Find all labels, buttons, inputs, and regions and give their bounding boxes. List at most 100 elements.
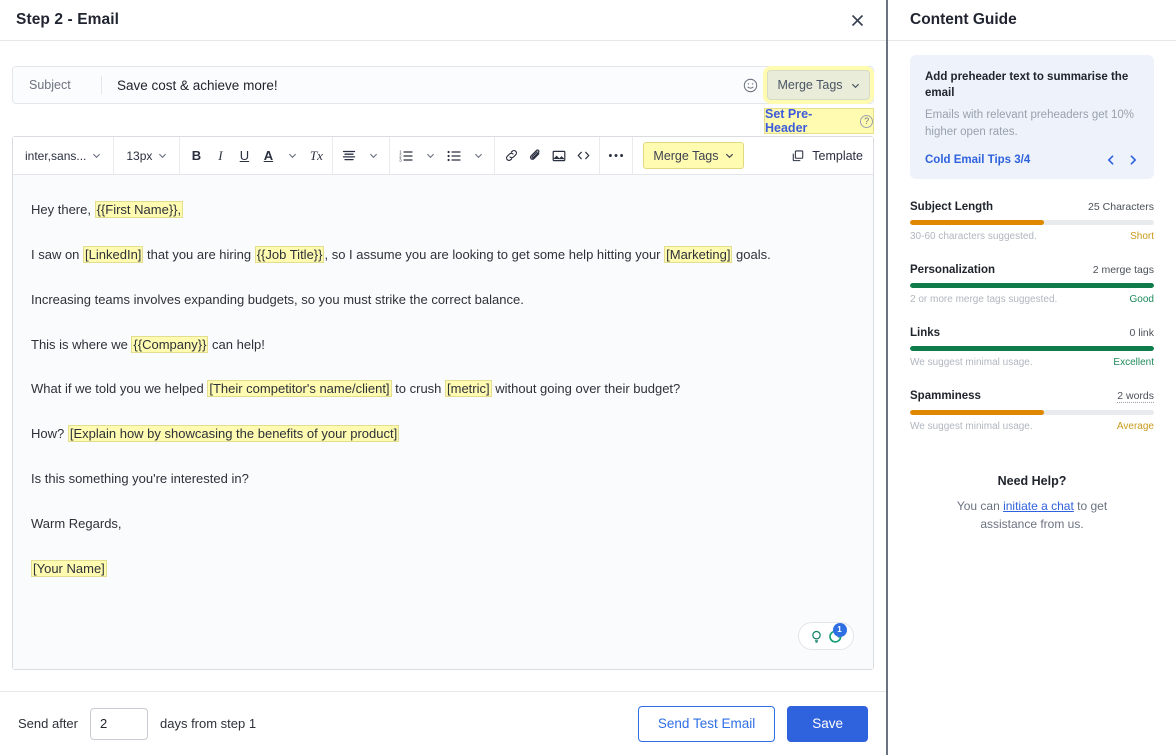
- need-help-text-before: You can: [957, 499, 1003, 513]
- chevron-down-icon: [851, 81, 860, 90]
- font-size-value: 13px: [126, 149, 152, 163]
- metric-footer: 2 or more merge tags suggested.Good: [910, 294, 1154, 305]
- metric-progress-bar: [910, 346, 1154, 351]
- smiley-icon[interactable]: [733, 67, 767, 103]
- metric-name: Subject Length: [910, 201, 993, 213]
- ordered-list-icon[interactable]: 1 2 3: [394, 143, 418, 169]
- toolbar-group-lists: 1 2 3: [390, 137, 495, 174]
- email-text: Increasing teams involves expanding budg…: [31, 292, 524, 307]
- metric-item: Links0 linkWe suggest minimal usage.Exce…: [910, 327, 1154, 368]
- email-paragraph: I saw on [LinkedIn] that you are hiring …: [31, 246, 855, 265]
- template-button[interactable]: Template: [791, 149, 863, 163]
- merge-tag-token: [LinkedIn]: [83, 246, 143, 263]
- metric-progress-bar: [910, 283, 1154, 288]
- content-guide-title: Content Guide: [910, 11, 1017, 29]
- chevron-left-icon[interactable]: [1105, 154, 1117, 166]
- toolbar-group-merge: Merge Tags: [633, 137, 747, 174]
- need-help-title: Need Help?: [936, 474, 1128, 488]
- email-text: Is this something you're interested in?: [31, 471, 249, 486]
- email-paragraph: Hey there, {{First Name}},: [31, 201, 855, 220]
- metric-header: Subject Length 25 Characters: [910, 201, 1154, 213]
- editor-area: Subject Merge Tags: [0, 41, 886, 691]
- bold-button[interactable]: B: [184, 143, 208, 169]
- need-help-section: Need Help? You can initiate a chat to ge…: [910, 474, 1154, 534]
- metric-progress-fill: [910, 410, 1044, 415]
- subject-input[interactable]: [102, 67, 733, 103]
- initiate-chat-link[interactable]: initiate a chat: [1003, 499, 1074, 513]
- status-badge: Good: [1130, 294, 1154, 305]
- send-test-email-button[interactable]: Send Test Email: [638, 706, 775, 742]
- chevron-right-icon[interactable]: [1127, 154, 1139, 166]
- link-icon[interactable]: [499, 143, 523, 169]
- email-paragraph: Is this something you're interested in?: [31, 470, 855, 489]
- more-options-icon[interactable]: [604, 143, 628, 169]
- merge-tag-token: {{First Name}},: [95, 201, 184, 218]
- days-input[interactable]: [90, 708, 148, 740]
- grammarly-widget[interactable]: 1: [798, 622, 854, 650]
- email-text: , so I assume you are looking to get som…: [324, 247, 664, 262]
- modal-header: Step 2 - Email: [0, 0, 886, 41]
- email-text: that you are hiring: [143, 247, 254, 262]
- status-badge: Average: [1117, 421, 1154, 432]
- editor-toolbar: inter,sans... 13px B I U: [13, 137, 873, 175]
- email-paragraph: [Your Name]: [31, 560, 855, 579]
- template-label: Template: [812, 149, 863, 163]
- font-size-select[interactable]: 13px: [118, 143, 175, 169]
- merge-tag-token: {{Company}}: [131, 336, 208, 353]
- metric-value: 25 Characters: [1088, 201, 1154, 213]
- ordered-list-chevron-down-icon[interactable]: [418, 143, 442, 169]
- email-paragraph: What if we told you we helped [Their com…: [31, 380, 855, 399]
- content-guide-body: Add preheader text to summarise the emai…: [888, 41, 1176, 534]
- toolbar-group-format: B I U A Tx: [180, 137, 333, 174]
- need-help-text: You can initiate a chat to get assistanc…: [936, 497, 1128, 534]
- align-chevron-down-icon[interactable]: [361, 143, 385, 169]
- subject-merge-tags-button[interactable]: Merge Tags: [767, 70, 870, 100]
- set-preheader-button[interactable]: Set Pre-Header ?: [764, 108, 874, 134]
- bullet-list-chevron-down-icon[interactable]: [466, 143, 490, 169]
- metric-name: Spamminess: [910, 390, 981, 402]
- tip-link[interactable]: Cold Email Tips 3/4: [925, 154, 1030, 166]
- close-icon[interactable]: [844, 7, 870, 33]
- bullet-list-icon[interactable]: [442, 143, 466, 169]
- email-text: to crush: [392, 381, 445, 396]
- toolbar-group-size: 13px: [114, 137, 180, 174]
- editor-footer: Send after days from step 1 Send Test Em…: [0, 691, 886, 755]
- align-icon[interactable]: [337, 143, 361, 169]
- font-family-select[interactable]: inter,sans...: [17, 143, 109, 169]
- metric-name: Personalization: [910, 264, 995, 276]
- metric-progress-fill: [910, 283, 1154, 288]
- font-family-value: inter,sans...: [25, 149, 86, 163]
- code-icon[interactable]: [571, 143, 595, 169]
- days-suffix-label: days from step 1: [160, 716, 256, 731]
- merge-tag-token: {{Job Title}}: [255, 246, 325, 263]
- italic-button[interactable]: I: [208, 143, 232, 169]
- image-icon[interactable]: [547, 143, 571, 169]
- paperclip-icon[interactable]: [523, 143, 547, 169]
- text-color-button[interactable]: A: [256, 143, 280, 169]
- tip-description: Emails with relevant preheaders get 10% …: [925, 107, 1139, 142]
- editor-merge-tags-button[interactable]: Merge Tags: [643, 142, 743, 169]
- text-color-chevron-down-icon[interactable]: [280, 143, 304, 169]
- metric-item: Personalization2 merge tags2 or more mer…: [910, 264, 1154, 305]
- status-badge: Excellent: [1113, 357, 1154, 368]
- subject-section: Subject Merge Tags: [12, 66, 874, 104]
- email-paragraph: Warm Regards,: [31, 515, 855, 534]
- tip-title: Add preheader text to summarise the emai…: [925, 70, 1139, 101]
- metric-footer: We suggest minimal usage.Excellent: [910, 357, 1154, 368]
- clear-formatting-button[interactable]: Tx: [304, 143, 328, 169]
- email-text: This is where we: [31, 337, 131, 352]
- grammarly-icon: 1: [827, 628, 844, 645]
- metric-footer: We suggest minimal usage.Average: [910, 421, 1154, 432]
- question-mark-icon[interactable]: ?: [860, 115, 873, 128]
- toolbar-group-more: [600, 137, 633, 174]
- editor-merge-tags-label: Merge Tags: [653, 149, 718, 163]
- underline-button[interactable]: U: [232, 143, 256, 169]
- content-guide-header: Content Guide: [888, 0, 1176, 41]
- tip-nav: [1105, 154, 1139, 166]
- email-paragraph: How? [Explain how by showcasing the bene…: [31, 425, 855, 444]
- email-text: What if we told you we helped: [31, 381, 207, 396]
- save-button[interactable]: Save: [787, 706, 868, 742]
- subject-merge-tags-label: Merge Tags: [777, 78, 842, 92]
- chevron-down-icon: [158, 151, 167, 160]
- email-body-content[interactable]: Hey there, {{First Name}}, I saw on [Link…: [13, 175, 873, 669]
